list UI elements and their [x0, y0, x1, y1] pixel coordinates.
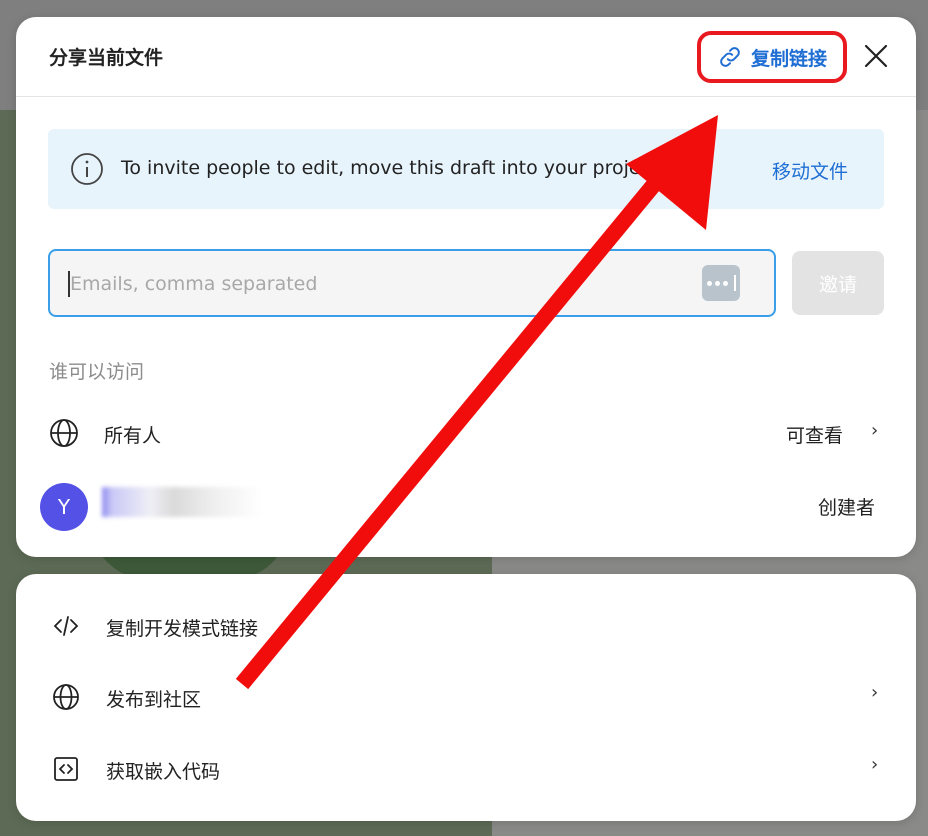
info-banner-text: To invite people to edit, move this draf…	[121, 157, 675, 179]
globe-icon	[53, 684, 79, 710]
dialog-title: 分享当前文件	[49, 47, 164, 69]
chevron-right-icon: ›	[871, 682, 879, 703]
everyone-label: 所有人	[104, 425, 162, 447]
chevron-right-icon: ›	[871, 420, 879, 441]
permission-dropdown[interactable]: 可查看	[786, 421, 843, 448]
access-row-everyone[interactable]: 所有人 可查看 ›	[16, 409, 916, 457]
menu-item-copy-dev-link[interactable]: 复制开发模式链接	[16, 596, 916, 656]
dialog-header: 分享当前文件 复制链接	[16, 17, 916, 97]
menu-item-publish-community[interactable]: 发布到社区 ›	[16, 667, 916, 727]
email-input-container	[48, 249, 776, 317]
chevron-right-icon: ›	[871, 754, 879, 775]
share-dialog: 分享当前文件 复制链接 To invite people to edit, mo…	[16, 17, 916, 557]
menu-item-embed-code[interactable]: 获取嵌入代码 ›	[16, 739, 916, 799]
more-options-panel: 复制开发模式链接 发布到社区 › 获取嵌入代码 ›	[16, 574, 916, 821]
close-icon[interactable]	[862, 42, 890, 70]
link-icon	[720, 47, 740, 67]
invite-button[interactable]: 邀请	[792, 251, 884, 315]
menu-item-label: 获取嵌入代码	[106, 761, 221, 783]
text-caret	[68, 271, 70, 297]
email-input[interactable]	[68, 265, 672, 303]
menu-item-label: 复制开发模式链接	[106, 618, 259, 640]
avatar: Y	[40, 483, 88, 531]
password-manager-icon[interactable]	[702, 265, 740, 301]
code-icon	[53, 616, 79, 636]
access-section-label: 谁可以访问	[49, 361, 145, 383]
copy-link-button[interactable]: 复制链接	[697, 31, 847, 83]
copy-link-label: 复制链接	[750, 47, 827, 70]
owner-name-redacted	[102, 487, 262, 517]
menu-item-label: 发布到社区	[106, 689, 202, 711]
globe-icon	[50, 419, 78, 447]
move-file-link[interactable]: 移动文件	[772, 157, 848, 184]
info-banner: To invite people to edit, move this draf…	[48, 129, 884, 209]
owner-role: 创建者	[818, 497, 876, 519]
info-icon	[71, 153, 103, 185]
embed-icon	[54, 757, 78, 781]
